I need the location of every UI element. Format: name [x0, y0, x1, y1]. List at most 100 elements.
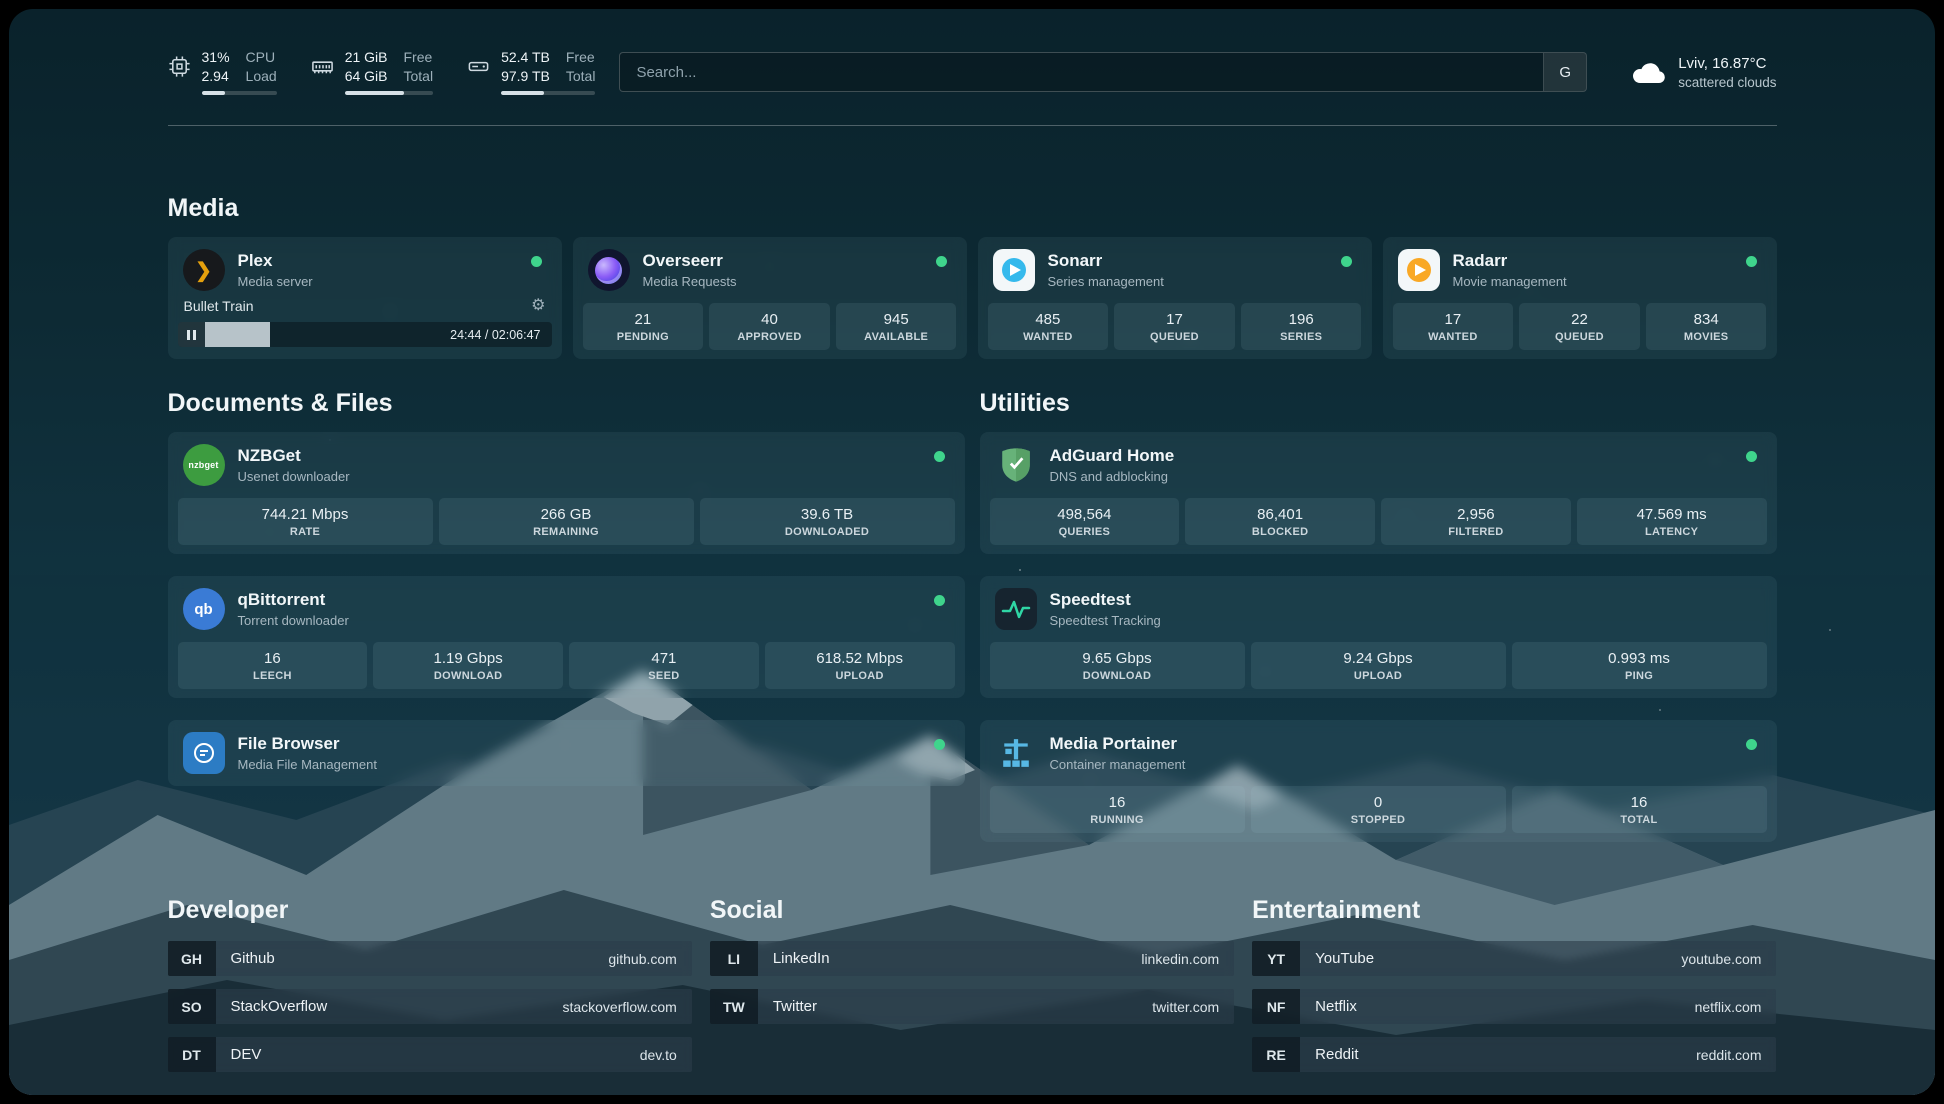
disk-stats: 52.4 TB Free 97.9 TB Total: [501, 49, 595, 95]
app-subtitle: Speedtest Tracking: [1050, 613, 1762, 628]
disk-free-value: 52.4 TB: [501, 49, 550, 65]
stat-row: 16 LEECH 1.19 Gbps DOWNLOAD 471 SEED 6: [178, 633, 955, 689]
card-header: ❯ Plex Media server: [178, 246, 552, 294]
stat-value: 834: [1694, 311, 1719, 328]
bookmark-youtube[interactable]: YT YouTube youtube.com: [1252, 941, 1776, 976]
section-title-developer: Developer: [168, 896, 692, 925]
cpu-usage-value: 31%: [202, 49, 230, 65]
sonarr-icon: [993, 249, 1035, 291]
search-engine-button[interactable]: G: [1543, 53, 1586, 91]
stat-label: TOTAL: [1620, 814, 1657, 826]
stat-row: 21 PENDING 40 APPROVED 945 AVAILABLE: [583, 294, 957, 350]
status-dot: [1746, 739, 1757, 750]
ram-progress-fill: [345, 91, 404, 95]
card-header: AdGuard Home DNS and adblocking: [990, 441, 1767, 489]
card-nzbget[interactable]: nzbget NZBGet Usenet downloader 744.21 M…: [168, 432, 965, 554]
card-qbittorrent[interactable]: qb qBittorrent Torrent downloader 16 LEE…: [168, 576, 965, 698]
app-subtitle: Usenet downloader: [238, 469, 921, 484]
bookmark-reddit[interactable]: RE Reddit reddit.com: [1252, 1037, 1776, 1072]
ram-progress-track: [345, 91, 433, 95]
cpu-progress-fill: [202, 91, 225, 95]
disk-total-value: 97.9 TB: [501, 68, 550, 84]
cloud-icon: [1631, 59, 1665, 85]
gear-icon[interactable]: ⚙: [531, 298, 545, 314]
stat-wanted: 17 WANTED: [1393, 303, 1514, 350]
filebrowser-icon: [183, 732, 225, 774]
stat-value: 86,401: [1257, 506, 1303, 523]
app-subtitle: Container management: [1050, 757, 1733, 772]
bookmark-dev[interactable]: DT DEV dev.to: [168, 1037, 692, 1072]
stat-value: 47.569 ms: [1637, 506, 1707, 523]
stat-label: WANTED: [1428, 331, 1477, 343]
stat-label: MOVIES: [1684, 331, 1729, 343]
cpu-usage-label: CPU: [246, 49, 277, 65]
playback-bar[interactable]: 24:44 / 02:06:47: [178, 322, 552, 347]
ram-free-label: Free: [404, 49, 434, 65]
bookmark-url: github.com: [608, 951, 691, 967]
ram-total-value: 64 GiB: [345, 68, 388, 84]
stat-downloaded: 39.6 TB DOWNLOADED: [700, 498, 955, 545]
app-name: File Browser: [238, 734, 921, 754]
portainer-icon: [995, 732, 1037, 774]
stat-label: REMAINING: [533, 526, 599, 538]
section-utilities: Utilities AdGuard Home: [980, 389, 1777, 842]
bookmark-stackoverflow[interactable]: SO StackOverflow stackoverflow.com: [168, 989, 692, 1024]
card-portainer[interactable]: Media Portainer Container management 16 …: [980, 720, 1777, 842]
nzbget-icon: nzbget: [183, 444, 225, 486]
card-sonarr[interactable]: Sonarr Series management 485 WANTED 17 Q…: [978, 237, 1372, 359]
stat-value: 498,564: [1057, 506, 1111, 523]
stat-value: 618.52 Mbps: [816, 650, 903, 667]
app-titles: Plex Media server: [238, 251, 518, 288]
card-adguard[interactable]: AdGuard Home DNS and adblocking 498,564 …: [980, 432, 1777, 554]
stat-pending: 21 PENDING: [583, 303, 704, 350]
stat-total: 16 TOTAL: [1512, 786, 1767, 833]
card-plex[interactable]: ❯ Plex Media server Bullet Train ⚙: [168, 237, 562, 359]
stat-label: PENDING: [617, 331, 669, 343]
stat-row: 9.65 Gbps DOWNLOAD 9.24 Gbps UPLOAD 0.99…: [990, 633, 1767, 689]
app-titles: Speedtest Speedtest Tracking: [1050, 590, 1762, 627]
app-name: NZBGet: [238, 446, 921, 466]
stat-row: 16 RUNNING 0 STOPPED 16 TOTAL: [990, 777, 1767, 833]
disk-free-label: Free: [566, 49, 596, 65]
weather-location: Lviv, 16.87°C: [1678, 55, 1776, 72]
bookmark-netflix[interactable]: NF Netflix netflix.com: [1252, 989, 1776, 1024]
snow-particles: [9, 9, 11, 11]
cpu-load-value: 2.94: [202, 68, 230, 84]
weather-widget[interactable]: Lviv, 16.87°C scattered clouds: [1631, 55, 1776, 90]
card-overseerr[interactable]: Overseerr Media Requests 21 PENDING 40 A…: [573, 237, 967, 359]
stat-filtered: 2,956 FILTERED: [1381, 498, 1571, 545]
stat-label: BLOCKED: [1252, 526, 1309, 538]
stat-value: 16: [1631, 794, 1648, 811]
stat-label: QUEUED: [1150, 331, 1199, 343]
app-subtitle: DNS and adblocking: [1050, 469, 1733, 484]
card-filebrowser[interactable]: File Browser Media File Management: [168, 720, 965, 786]
card-header: Overseerr Media Requests: [583, 246, 957, 294]
stat-running: 16 RUNNING: [990, 786, 1245, 833]
bookmark-twitter[interactable]: TW Twitter twitter.com: [710, 989, 1234, 1024]
pause-button[interactable]: [178, 322, 205, 347]
disk-progress-fill: [501, 91, 544, 95]
status-dot: [1746, 256, 1757, 267]
stat-remaining: 266 GB REMAINING: [439, 498, 694, 545]
cpu-stats: 31% CPU 2.94 Load: [202, 49, 277, 95]
app-titles: AdGuard Home DNS and adblocking: [1050, 446, 1733, 483]
bookmark-github[interactable]: GH Github github.com: [168, 941, 692, 976]
stat-label: WANTED: [1023, 331, 1072, 343]
disk-total-label: Total: [566, 68, 596, 84]
search-input[interactable]: [620, 53, 1543, 91]
stat-label: PING: [1625, 670, 1653, 682]
stat-row: 744.21 Mbps RATE 266 GB REMAINING 39.6 T…: [178, 489, 955, 545]
dashboard-content: 31% CPU 2.94 Load: [168, 41, 1777, 1095]
app-titles: Radarr Movie management: [1453, 251, 1733, 288]
stat-wanted: 485 WANTED: [988, 303, 1109, 350]
speedtest-icon: [995, 588, 1037, 630]
bookmark-url: stackoverflow.com: [562, 999, 691, 1015]
bookmark-linkedin[interactable]: LI LinkedIn linkedin.com: [710, 941, 1234, 976]
stat-value: 0.993 ms: [1608, 650, 1670, 667]
stat-label: AVAILABLE: [864, 331, 928, 343]
status-dot: [1341, 256, 1352, 267]
ram-stats: 21 GiB Free 64 GiB Total: [345, 49, 433, 95]
card-speedtest[interactable]: Speedtest Speedtest Tracking 9.65 Gbps D…: [980, 576, 1777, 698]
stat-series: 196 SERIES: [1241, 303, 1362, 350]
card-radarr[interactable]: Radarr Movie management 17 WANTED 22 QUE…: [1383, 237, 1777, 359]
